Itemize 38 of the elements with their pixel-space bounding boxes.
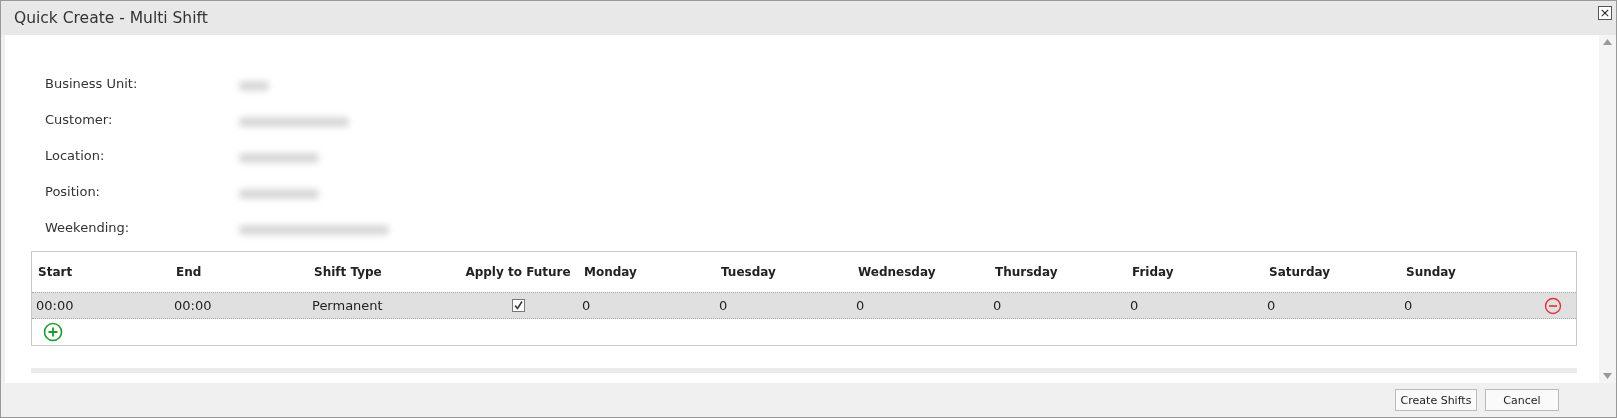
field-label: Location: [45, 147, 106, 163]
close-button[interactable]: × [1598, 6, 1612, 20]
remove-icon[interactable] [1544, 296, 1562, 315]
table-cell-text: 0 [1266, 298, 1277, 313]
column-header: End [175, 265, 203, 279]
scroll-down-icon[interactable] [1603, 373, 1612, 379]
vertical-scrollbar[interactable] [1599, 35, 1616, 383]
column-header: Wednesday [857, 265, 937, 279]
column-header: Saturday [1268, 265, 1332, 279]
add-icon[interactable] [43, 322, 63, 342]
table-cell-text: Permanent [311, 298, 384, 313]
field-label: Position: [45, 183, 101, 199]
column-header: Start [37, 265, 74, 279]
cancel-button[interactable]: Cancel [1485, 389, 1559, 411]
field-label: Business Unit: [45, 75, 139, 91]
table-cell-text: 0 [581, 298, 592, 313]
blurred-value [239, 81, 269, 91]
column-header: Sunday [1405, 265, 1457, 279]
column-header: Tuesday [720, 265, 777, 279]
column-header: Thursday [994, 265, 1059, 279]
table-cell-text: 00:00 [173, 298, 213, 313]
field-label: Customer: [45, 111, 114, 127]
column-header: Monday [583, 265, 638, 279]
window-title: Quick Create - Multi Shift [14, 9, 208, 27]
field-label: Weekending: [45, 219, 131, 235]
table-cell-text: 0 [1129, 298, 1140, 313]
column-header: Shift Type [313, 265, 383, 279]
table-cell-text: 00:00 [35, 298, 75, 313]
table-cell-text: 0 [992, 298, 1003, 313]
column-header: Friday [1131, 265, 1175, 279]
checkbox[interactable] [511, 299, 525, 312]
create-shifts-button[interactable]: Create Shifts [1395, 389, 1477, 411]
table-row[interactable]: 00:00 00:00 Permanent 0 0 0 0 0 0 0 [32, 292, 1576, 319]
table-cell-text: 0 [718, 298, 729, 313]
table-cell-text: 0 [855, 298, 866, 313]
column-header: Apply to Future [464, 265, 572, 279]
table-cell-text: 0 [1403, 298, 1414, 313]
scroll-up-icon[interactable] [1603, 39, 1612, 45]
